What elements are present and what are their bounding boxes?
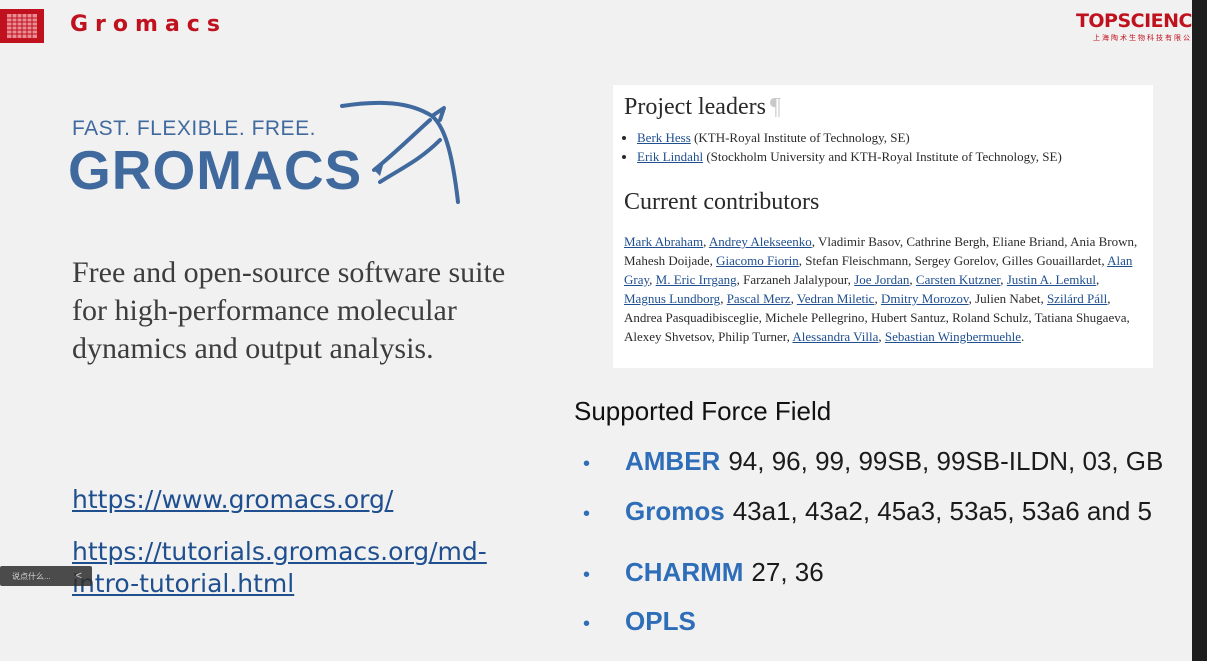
force-field-name: OPLS	[625, 606, 696, 636]
leader-affiliation: (KTH-Royal Institute of Technology, SE)	[690, 130, 910, 145]
leader-link[interactable]: Erik Lindahl	[637, 149, 703, 164]
brand-name: TOPSCIENC	[1075, 10, 1192, 32]
force-field-item: • OPLS	[583, 606, 704, 637]
window-edge	[1192, 0, 1207, 661]
gromacs-website-link[interactable]: https://www.gromacs.org/	[72, 485, 393, 514]
header-title: Gromacs	[70, 12, 227, 37]
contributor-link[interactable]: Magnus Lundborg	[624, 291, 720, 306]
contributor-name: Sergey Gorelov	[914, 253, 996, 268]
contributor-link[interactable]: Mark Abraham	[624, 234, 703, 249]
bullet-icon: •	[583, 613, 591, 635]
bullet-icon: •	[583, 564, 591, 586]
leader-link[interactable]: Berk Hess	[637, 130, 691, 145]
project-leaders-heading: Project leaders ¶	[624, 94, 781, 121]
contributor-link[interactable]: Szilárd Páll	[1047, 291, 1107, 306]
leaders-list: Berk Hess (KTH-Royal Institute of Techno…	[623, 128, 1162, 166]
force-field-name: Gromos	[625, 496, 725, 526]
brand-logo: TOPSCIENC 上海陶术生物科技有限公	[1057, 10, 1192, 44]
contributor-link[interactable]: Pascal Merz	[727, 291, 791, 306]
current-contributors-heading: Current contributors	[624, 189, 820, 215]
contributor-link[interactable]: Sebastian Wingbermuehle	[885, 329, 1021, 344]
bullet-icon: •	[583, 503, 591, 525]
leader-item: Erik Lindahl (Stockholm University and K…	[637, 147, 1162, 166]
swallow-bird-icon	[340, 100, 460, 204]
contributor-link[interactable]: Giacomo Fiorin	[716, 253, 799, 268]
project-leaders-heading-text: Project leaders	[624, 94, 766, 120]
pilcrow-icon[interactable]: ¶	[770, 94, 781, 120]
contributor-name: Ania Brown	[1070, 234, 1134, 249]
contributor-name: Cathrine Bergh	[906, 234, 986, 249]
tutorial-link[interactable]: https://tutorials.gromacs.org/md-intro-t…	[72, 536, 542, 600]
contributors-panel: Project leaders¶ Berk Hess (KTH-Royal In…	[613, 85, 1153, 368]
leader-item: Berk Hess (KTH-Royal Institute of Techno…	[637, 128, 1162, 147]
contributor-link[interactable]: Joe Jordan	[854, 272, 909, 287]
gromacs-description: Free and open-source software suite for …	[72, 256, 506, 365]
force-field-heading: Supported Force Field	[574, 396, 832, 426]
force-field-name: AMBER	[625, 446, 721, 476]
contributor-link[interactable]: Justin A. Lemkul	[1007, 272, 1096, 287]
bullet-icon: •	[583, 453, 591, 475]
force-field-item: • AMBER 94, 96, 99, 99SB, 99SB-ILDN, 03,…	[583, 446, 1163, 477]
header-logo-icon	[0, 9, 44, 43]
contributor-name: Hubert Santuz	[870, 310, 946, 325]
contributor-link[interactable]: M. Eric Irrgang	[656, 272, 737, 287]
force-field-versions: 94, 96, 99, 99SB, 99SB-ILDN, 03, GB	[728, 446, 1164, 476]
contributor-name: Farzaneh Jalalypour	[743, 272, 848, 287]
collapse-button[interactable]: <	[76, 570, 82, 582]
contributors-list: Mark Abraham, Andrey Alekseenko, Vladimi…	[624, 234, 1138, 344]
contributor-link[interactable]: Alessandra Villa	[792, 329, 878, 344]
contributor-name: Stefan Fleischmann	[805, 253, 909, 268]
contributor-name: Vladimir Basov	[818, 234, 900, 249]
contributor-link[interactable]: Vedran Miletic	[797, 291, 875, 306]
comment-toolbar[interactable]: 说点什么... <	[0, 566, 92, 586]
force-field-name: CHARMM	[625, 557, 744, 587]
force-field-versions: 27, 36	[751, 557, 824, 587]
comment-input[interactable]: 说点什么...	[12, 571, 51, 582]
contributor-name: Gilles Gouaillardet	[1002, 253, 1102, 268]
contributor-name: Andrea Pasquadibisceglie	[624, 310, 759, 325]
contributor-name: Tatiana Shugaeva	[1034, 310, 1127, 325]
contributor-name: Mahesh Doijade	[624, 253, 710, 268]
contributor-link[interactable]: Carsten Kutzner	[916, 272, 1000, 287]
force-field-item: • CHARMM 27, 36	[583, 557, 824, 588]
contributor-name: Eliane Briand	[992, 234, 1065, 249]
contributor-name: Michele Pellegrino	[765, 310, 865, 325]
contributor-link[interactable]: Andrey Alekseenko	[709, 234, 812, 249]
leader-affiliation: (Stockholm University and KTH-Royal Inst…	[703, 149, 1062, 164]
brand-subtitle: 上海陶术生物科技有限公	[1093, 35, 1192, 42]
contributor-name: Alexey Shvetsov	[624, 329, 712, 344]
logo-wordmark: GROMACS	[68, 139, 363, 201]
contributor-name: Philip Turner	[718, 329, 787, 344]
contributor-link[interactable]: Dmitry Morozov	[881, 291, 969, 306]
force-field-versions: 43a1, 43a2, 45a3, 53a5, 53a6 and 5	[732, 496, 1152, 526]
contributor-name: Julien Nabet	[975, 291, 1041, 306]
force-field-item: • Gromos 43a1, 43a2, 45a3, 53a5, 53a6 an…	[583, 496, 1152, 527]
contributor-name: Roland Schulz	[952, 310, 1029, 325]
